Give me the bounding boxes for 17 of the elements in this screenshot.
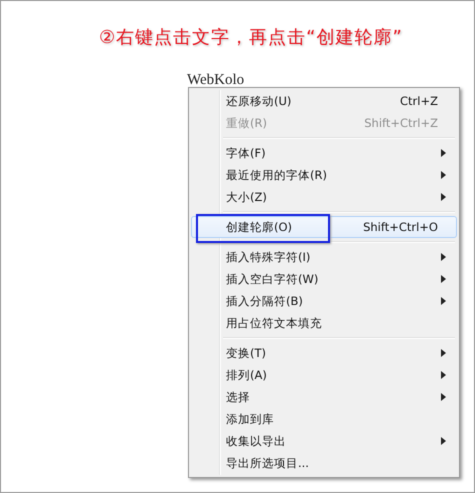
menu-item[interactable]: 还原移动(U) Ctrl+Z xyxy=(191,90,457,112)
menu-item[interactable]: 插入空白字符(W) xyxy=(191,268,457,290)
menu-item[interactable]: 添加到库 xyxy=(191,408,457,430)
menu-item[interactable]: 插入分隔符(B) xyxy=(191,290,457,312)
instruction-caption: ②右键点击文字，再点击“创建轮廓” xyxy=(99,26,403,49)
menu-item[interactable]: 大小(Z) xyxy=(191,186,457,208)
menu-item[interactable]: 选择 xyxy=(191,386,457,408)
menu-item[interactable]: 字体(F) xyxy=(191,142,457,164)
canvas-text: WebKolo xyxy=(187,73,244,87)
menu-item[interactable]: 导出所选项目... xyxy=(191,452,457,474)
menu-item[interactable]: 用占位符文本填充 xyxy=(191,312,457,334)
menu-item[interactable]: 创建轮廓(O) Shift+Ctrl+O xyxy=(191,216,457,238)
menu-item[interactable]: 排列(A) xyxy=(191,364,457,386)
menu-item[interactable]: 最近使用的字体(R) xyxy=(191,164,457,186)
menu-item[interactable]: 插入特殊字符(I) xyxy=(191,246,457,268)
menu-item[interactable]: 变换(T) xyxy=(191,342,457,364)
menu-item[interactable]: 收集以导出 xyxy=(191,430,457,452)
